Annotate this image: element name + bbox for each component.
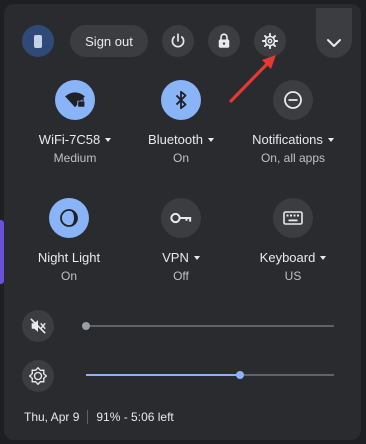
annotation-arrow-icon [229,55,276,103]
